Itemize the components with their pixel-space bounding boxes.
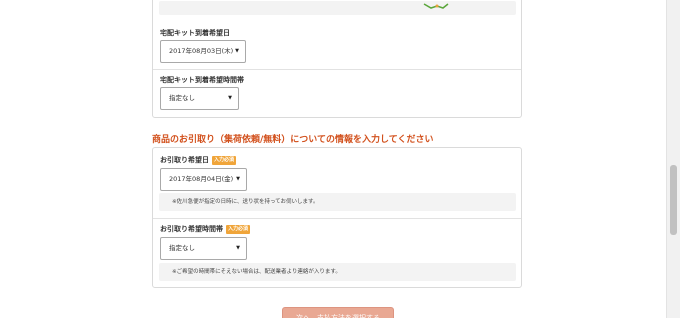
required-badge: 入力必須 — [226, 225, 251, 234]
chevron-down-icon: ▼ — [236, 176, 240, 182]
pickup-time-select[interactable]: 指定なし ▼ — [160, 237, 247, 260]
next-payment-button[interactable]: 次へ 支払方法を選択する — [282, 307, 394, 318]
pickup-time-label-row: お引取り希望時間帯 入力必須 — [160, 224, 251, 234]
kit-date-label: 宅配キット到着希望日 — [160, 29, 230, 37]
pickup-time-note: ※ご希望の時間帯にそえない場合は、配送業者より連絡が入ります。 — [159, 263, 516, 281]
chevron-down-icon: ▼ — [228, 95, 232, 101]
delivery-kit-panel: 宅配キット到着希望日 2017年08月03日(木) ▼ 宅配キット到着希望時間帯… — [152, 0, 522, 118]
page-scrollbar[interactable] — [666, 0, 680, 318]
pickup-date-select[interactable]: 2017年08月04日(金) ▼ — [160, 168, 247, 191]
divider — [153, 69, 521, 70]
kit-date-value: 2017年08月03日(木) — [169, 47, 234, 55]
pickup-panel: お引取り希望日 入力必須 2017年08月04日(金) ▼ ※佐川急便が指定の日時… — [152, 147, 522, 288]
chevron-down-icon: ▼ — [236, 245, 240, 251]
scrollbar-thumb[interactable] — [670, 165, 677, 235]
route-map-icon — [423, 3, 449, 9]
pickup-time-value: 指定なし — [169, 244, 195, 252]
pickup-date-note: ※佐川急便が指定の日時に、送り状を持ってお伺いします。 — [159, 193, 516, 211]
required-badge: 入力必須 — [212, 156, 237, 165]
pickup-section-heading: 商品のお引取り（集荷依頼/無料）についての情報を入力してください — [152, 135, 434, 145]
map-strip — [159, 1, 516, 15]
kit-date-select[interactable]: 2017年08月03日(木) ▼ — [160, 40, 246, 63]
pickup-time-label: お引取り希望時間帯 — [160, 225, 223, 233]
pickup-date-label: お引取り希望日 — [160, 156, 209, 164]
kit-time-value: 指定なし — [169, 94, 195, 102]
chevron-down-icon: ▼ — [235, 48, 239, 54]
pickup-date-value: 2017年08月04日(金) — [169, 175, 234, 183]
kit-time-label: 宅配キット到着希望時間帯 — [160, 76, 244, 84]
pickup-date-label-row: お引取り希望日 入力必須 — [160, 155, 237, 165]
kit-time-select[interactable]: 指定なし ▼ — [160, 87, 239, 110]
divider — [153, 218, 521, 219]
